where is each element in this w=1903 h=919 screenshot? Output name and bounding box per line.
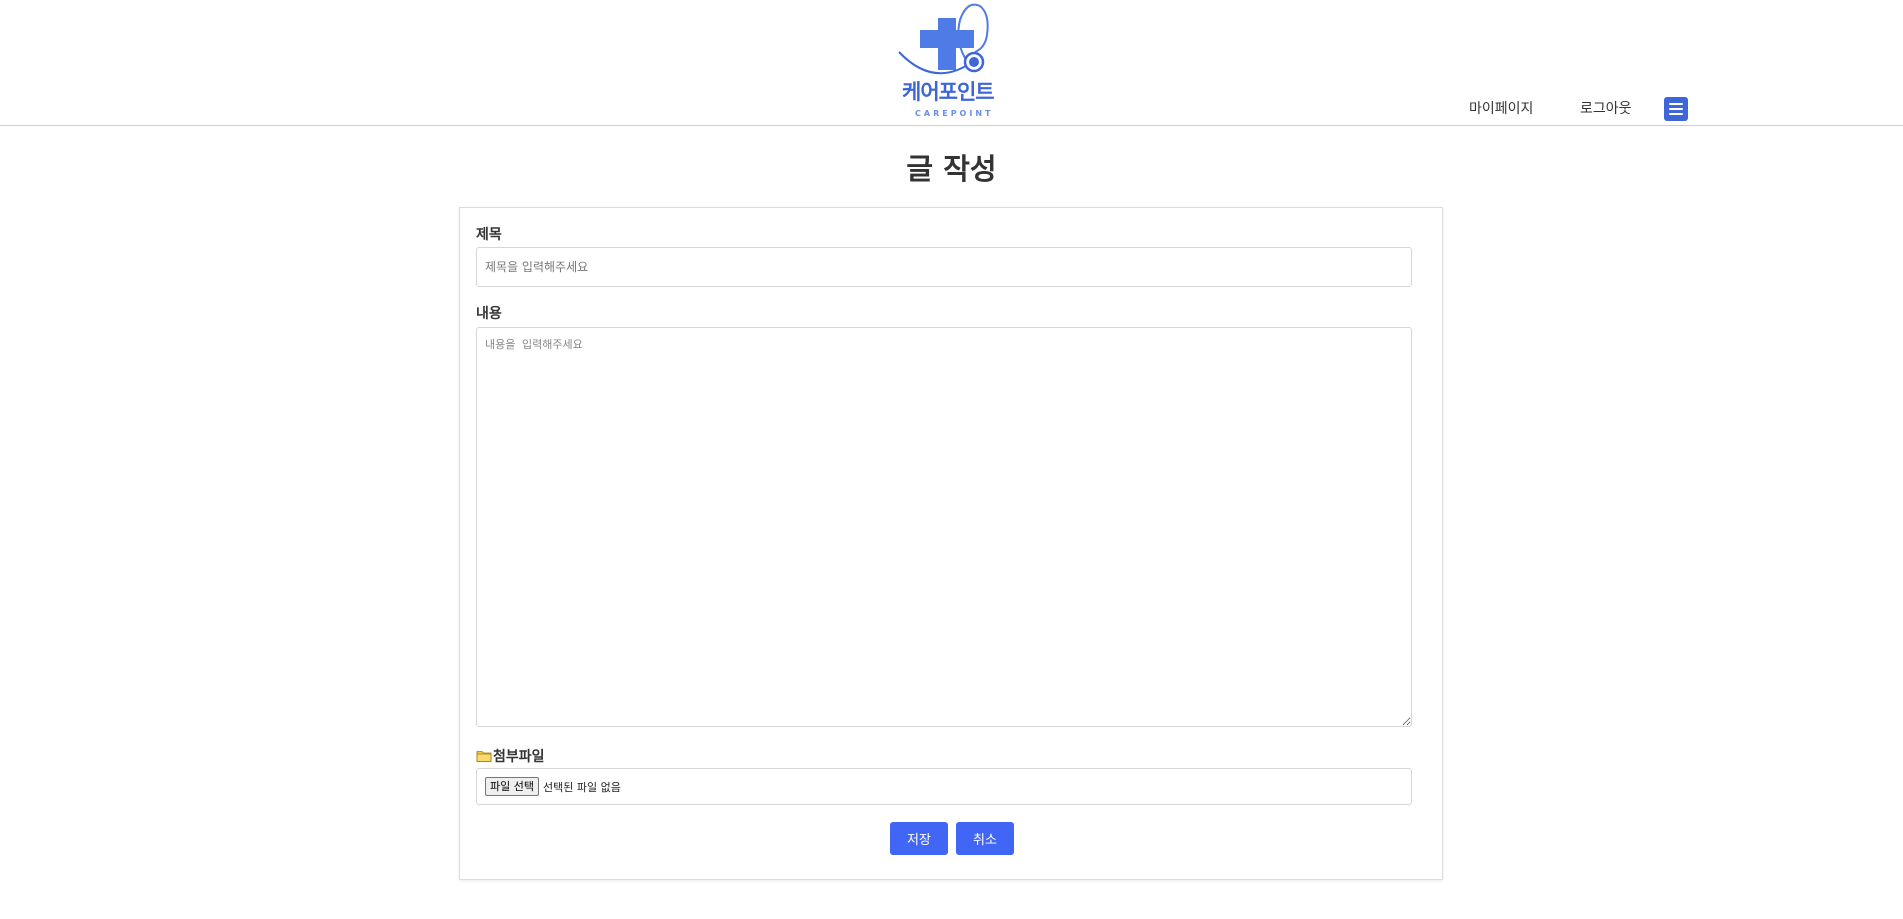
hamburger-menu-icon[interactable] bbox=[1664, 97, 1688, 121]
content-label: 내용 bbox=[476, 306, 502, 322]
nav-mypage-link[interactable]: 마이페이지 bbox=[1469, 98, 1533, 118]
logo-text-korean: 케어포인트 bbox=[902, 80, 995, 104]
logo-text-english: CAREPOINT bbox=[915, 109, 994, 118]
folder-icon bbox=[476, 751, 492, 762]
file-status-text: 선택된 파일 없음 bbox=[542, 780, 621, 794]
post-form-card: 제목 내용 첨부파일 파일 선택 선택된 파일 없음 저장 취소 bbox=[459, 207, 1443, 880]
title-label: 제목 bbox=[476, 227, 502, 243]
carepoint-logo[interactable]: 케어포인트 CAREPOINT bbox=[895, 0, 1015, 122]
content-textarea[interactable] bbox=[476, 327, 1412, 727]
title-input[interactable] bbox=[476, 247, 1412, 287]
attachment-label: 첨부파일 bbox=[476, 746, 545, 766]
cancel-button[interactable]: 취소 bbox=[956, 822, 1014, 855]
file-input-box[interactable]: 파일 선택 선택된 파일 없음 bbox=[476, 768, 1412, 805]
nav-logout-link[interactable]: 로그아웃 bbox=[1580, 98, 1632, 118]
save-button[interactable]: 저장 bbox=[890, 822, 948, 855]
choose-file-button[interactable]: 파일 선택 bbox=[485, 777, 539, 796]
attachment-label-text: 첨부파일 bbox=[493, 749, 545, 765]
site-header: 케어포인트 CAREPOINT 마이페이지 로그아웃 bbox=[0, 0, 1903, 126]
page-title: 글 작성 bbox=[906, 152, 997, 186]
